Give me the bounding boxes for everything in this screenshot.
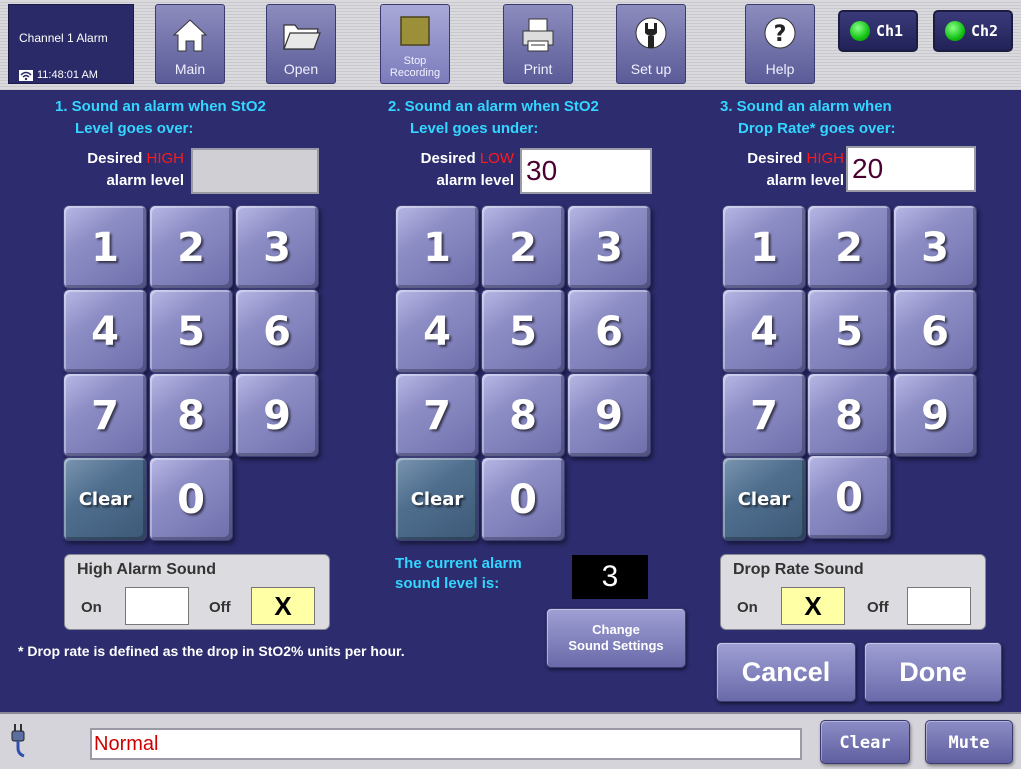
col2-key-4[interactable]: 4 — [395, 289, 479, 373]
col3-desired-label: Desired HIGH alarm level — [747, 150, 844, 189]
channel-1-indicator[interactable]: Ch1 — [838, 10, 918, 52]
current-sound-level-value: 3 — [572, 555, 648, 599]
col2-key-5[interactable]: 5 — [481, 289, 565, 373]
col3-clear-button[interactable]: Clear — [722, 457, 806, 541]
col1-desired-label: Desired HIGH alarm level — [87, 150, 184, 189]
col2-key-9[interactable]: 9 — [567, 373, 651, 457]
col3-key-2[interactable]: 2 — [807, 205, 891, 289]
window-status-panel: Channel 1 Alarm 11:48:01 AM — [8, 4, 134, 84]
col1-key-6[interactable]: 6 — [235, 289, 319, 373]
col1-key-0[interactable]: 0 — [149, 457, 233, 541]
col1-key-7[interactable]: 7 — [63, 373, 147, 457]
drop-rate-off-label: Off — [867, 599, 889, 616]
wireless-icon — [19, 70, 33, 81]
drop-rate-on-checkbox[interactable]: X — [781, 587, 845, 625]
stop-recording-button[interactable]: Stop Recording — [380, 4, 450, 84]
power-plug-icon — [8, 722, 28, 758]
col2-key-2[interactable]: 2 — [481, 205, 565, 289]
current-sound-label: The current alarm sound level is: — [395, 555, 522, 592]
open-button[interactable]: Open — [266, 4, 336, 84]
col2-key-3[interactable]: 3 — [567, 205, 651, 289]
col2-key-1[interactable]: 1 — [395, 205, 479, 289]
change-sound-settings-button[interactable]: Change Sound Settings — [546, 608, 686, 668]
print-button[interactable]: Print — [503, 4, 573, 84]
col2-clear-button[interactable]: Clear — [395, 457, 479, 541]
col3-key-4[interactable]: 4 — [722, 289, 806, 373]
help-button[interactable]: ? Help — [745, 4, 815, 84]
print-button-label: Print — [523, 61, 553, 77]
alarm-status-field: Normal — [90, 728, 802, 760]
col3-key-3[interactable]: 3 — [893, 205, 977, 289]
help-button-label: Help — [765, 61, 795, 77]
drop-rate-footnote: * Drop rate is defined as the drop in St… — [18, 643, 405, 659]
status-clear-button[interactable]: Clear — [820, 720, 910, 764]
clock: 11:48:01 AM — [19, 69, 98, 81]
done-button[interactable]: Done — [864, 642, 1002, 702]
col1-heading: 1. Sound an alarm when StO2 Level goes o… — [55, 98, 266, 137]
channel-2-label: Ch2 — [971, 22, 999, 40]
col2-key-8[interactable]: 8 — [481, 373, 565, 457]
channel-1-label: Ch1 — [876, 22, 904, 40]
channel-2-indicator[interactable]: Ch2 — [933, 10, 1013, 52]
col2-key-0[interactable]: 0 — [481, 457, 565, 541]
col3-key-6[interactable]: 6 — [893, 289, 977, 373]
wrench-icon — [631, 15, 671, 55]
low-alarm-level-field[interactable]: 30 — [520, 148, 652, 194]
home-icon — [170, 15, 210, 55]
col2-heading: 2. Sound an alarm when StO2 Level goes u… — [388, 98, 599, 137]
stop-icon — [395, 15, 435, 55]
high-alarm-off-checkbox[interactable]: X — [251, 587, 315, 625]
col3-heading: 3. Sound an alarm when Drop Rate* goes o… — [720, 98, 896, 137]
printer-icon — [518, 15, 558, 55]
high-alarm-off-label: Off — [209, 599, 231, 616]
cancel-button[interactable]: Cancel — [716, 642, 856, 702]
drop-rate-off-checkbox[interactable] — [907, 587, 971, 625]
col3-key-7[interactable]: 7 — [722, 373, 806, 457]
folder-icon — [281, 15, 321, 55]
col1-key-9[interactable]: 9 — [235, 373, 319, 457]
drop-rate-sound-panel: Drop Rate Sound On X Off — [720, 554, 986, 630]
high-alarm-level-field[interactable] — [191, 148, 319, 194]
setup-button[interactable]: Set up — [616, 4, 686, 84]
mute-button[interactable]: Mute — [925, 720, 1013, 764]
clock-time: 11:48:01 AM — [37, 69, 98, 81]
col3-key-9[interactable]: 9 — [893, 373, 977, 457]
main-button-label: Main — [174, 61, 206, 77]
drop-rate-on-label: On — [737, 599, 758, 616]
status-led-icon — [945, 21, 965, 41]
help-icon: ? — [760, 15, 800, 55]
stop-recording-label: Stop Recording — [389, 55, 441, 79]
col1-key-4[interactable]: 4 — [63, 289, 147, 373]
high-alarm-sound-panel: High Alarm Sound On Off X — [64, 554, 330, 630]
setup-button-label: Set up — [630, 61, 672, 77]
col1-clear-button[interactable]: Clear — [63, 457, 147, 541]
high-alarm-on-label: On — [81, 599, 102, 616]
drop-rate-level-field[interactable]: 20 — [846, 146, 976, 192]
col1-key-2[interactable]: 2 — [149, 205, 233, 289]
status-led-icon — [850, 21, 870, 41]
col3-key-0[interactable]: 0 — [807, 455, 891, 539]
col2-desired-label: Desired LOW alarm level — [420, 150, 514, 189]
top-toolbar: Channel 1 Alarm 11:48:01 AM Main Open St… — [0, 0, 1021, 90]
bottom-status-bar: Normal Clear Mute — [0, 712, 1021, 769]
high-alarm-sound-title: High Alarm Sound — [77, 561, 216, 578]
col3-key-5[interactable]: 5 — [807, 289, 891, 373]
col3-key-1[interactable]: 1 — [722, 205, 806, 289]
col2-key-7[interactable]: 7 — [395, 373, 479, 457]
high-alarm-on-checkbox[interactable] — [125, 587, 189, 625]
col1-key-8[interactable]: 8 — [149, 373, 233, 457]
col1-key-5[interactable]: 5 — [149, 289, 233, 373]
svg-text:?: ? — [774, 22, 787, 47]
drop-rate-sound-title: Drop Rate Sound — [733, 561, 864, 578]
main-button[interactable]: Main — [155, 4, 225, 84]
window-title: Channel 1 Alarm — [19, 31, 108, 45]
col1-key-1[interactable]: 1 — [63, 205, 147, 289]
col1-key-3[interactable]: 3 — [235, 205, 319, 289]
col3-key-8[interactable]: 8 — [807, 373, 891, 457]
col2-key-6[interactable]: 6 — [567, 289, 651, 373]
open-button-label: Open — [283, 61, 319, 77]
